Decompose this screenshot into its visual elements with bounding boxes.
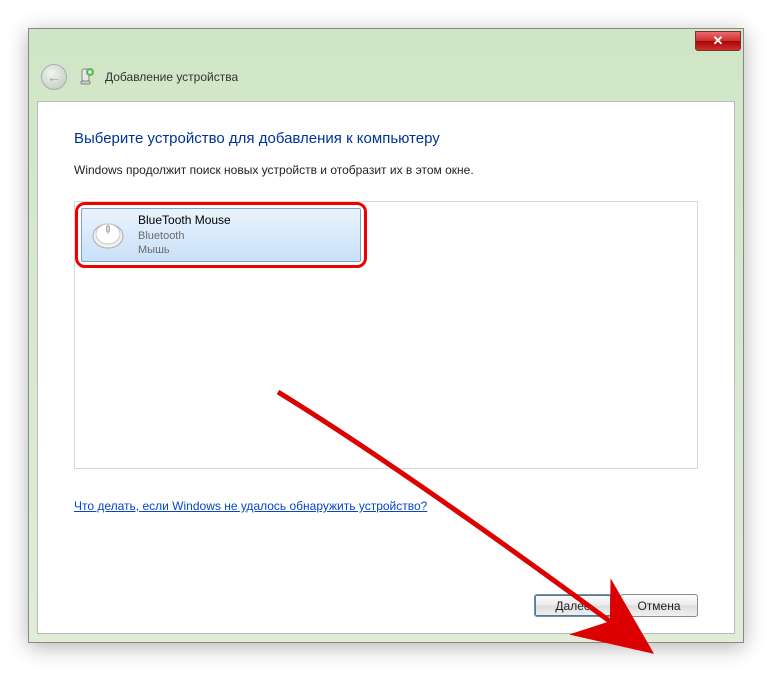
- device-type: Мышь: [138, 243, 231, 257]
- page-heading: Выберите устройство для добавления к ком…: [74, 130, 698, 147]
- wizard-title: Добавление устройства: [105, 70, 238, 84]
- add-device-icon: [77, 68, 95, 86]
- page-subtext: Windows продолжит поиск новых устройств …: [74, 163, 698, 177]
- device-labels: BlueTooth Mouse Bluetooth Мышь: [138, 213, 231, 257]
- titlebar: ✕: [29, 29, 743, 59]
- wizard-window: ✕ ← Добавление устройства Выберите устро…: [28, 28, 744, 643]
- device-list: BlueTooth Mouse Bluetooth Мышь: [74, 201, 698, 469]
- close-button[interactable]: ✕: [695, 31, 741, 51]
- cancel-button[interactable]: Отмена: [620, 594, 698, 617]
- content-panel: Выберите устройство для добавления к ком…: [37, 101, 735, 634]
- mouse-icon: [88, 218, 128, 252]
- device-protocol: Bluetooth: [138, 229, 231, 243]
- back-button[interactable]: ←: [41, 64, 67, 90]
- close-icon: ✕: [713, 33, 724, 49]
- help-link[interactable]: Что делать, если Windows не удалось обна…: [74, 499, 427, 513]
- navbar: ← Добавление устройства: [29, 59, 743, 95]
- device-item[interactable]: BlueTooth Mouse Bluetooth Мышь: [81, 208, 361, 262]
- next-button[interactable]: Далее: [534, 594, 612, 617]
- back-arrow-icon: ←: [47, 69, 61, 85]
- device-name: BlueTooth Mouse: [138, 213, 231, 229]
- button-row: Далее Отмена: [74, 580, 698, 617]
